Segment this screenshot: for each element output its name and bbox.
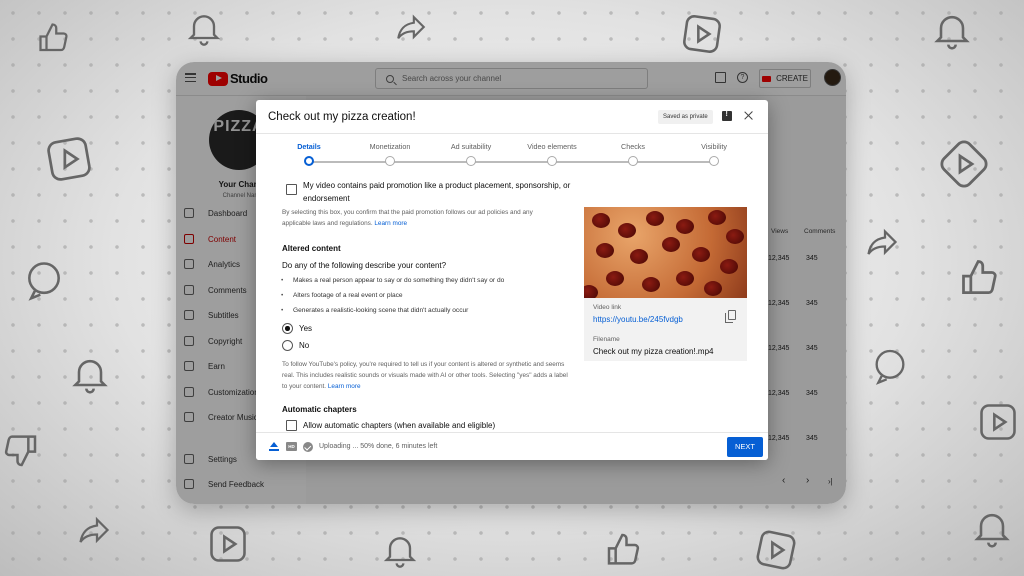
altered-policy-text: To follow YouTube's policy, you're requi… xyxy=(282,361,568,390)
paid-promotion-checkbox[interactable] xyxy=(286,184,297,195)
step-ad-suitability[interactable]: Ad suitability xyxy=(431,142,511,151)
bell-icon xyxy=(380,530,420,570)
checks-icon xyxy=(303,442,313,452)
step-video-elements[interactable]: Video elements xyxy=(512,142,592,151)
upload-dialog: Check out my pizza creation! Saved as pr… xyxy=(256,100,768,460)
close-icon[interactable] xyxy=(743,110,754,121)
altered-bullet-1: Makes a real person appear to say or do … xyxy=(281,277,504,284)
thumbs-down-icon xyxy=(0,430,40,470)
chapters-heading: Automatic chapters xyxy=(282,405,357,414)
altered-yes-radio[interactable] xyxy=(282,323,293,334)
step-dot[interactable] xyxy=(304,156,314,166)
paid-promotion-label: My video contains paid promotion like a … xyxy=(303,181,571,203)
bell-icon xyxy=(184,8,224,48)
play-icon xyxy=(680,12,724,56)
upload-stepper: Details Monetization Ad suitability Video e… xyxy=(256,134,768,174)
altered-content-heading: Altered content xyxy=(282,244,341,253)
altered-bullet-2: Alters footage of a real event or place xyxy=(281,292,403,299)
stepper-track xyxy=(308,161,715,163)
paid-promotion-learn-more-link[interactable]: Learn more xyxy=(374,220,407,227)
chapters-checkbox[interactable] xyxy=(286,420,297,431)
share-icon xyxy=(394,10,428,44)
upload-icon xyxy=(269,442,279,452)
altered-no-label: No xyxy=(299,341,310,350)
upload-status: Uploading ... 50% done, 6 minutes left xyxy=(319,443,438,450)
bell-icon xyxy=(68,352,112,396)
step-dot[interactable] xyxy=(385,156,395,166)
play-icon xyxy=(940,140,988,188)
video-link-label: Video link xyxy=(593,304,622,311)
step-dot[interactable] xyxy=(709,156,719,166)
dialog-header: Check out my pizza creation! Saved as pr… xyxy=(256,100,768,134)
play-icon xyxy=(754,528,798,572)
share-icon xyxy=(76,512,112,548)
video-preview-card: Video link https://youtu.be/245fvdgb Fil… xyxy=(584,207,747,361)
altered-learn-more-link[interactable]: Learn more xyxy=(328,383,361,390)
bell-icon xyxy=(970,506,1014,550)
dialog-footer: HD Uploading ... 50% done, 6 minutes lef… xyxy=(256,432,768,460)
step-dot[interactable] xyxy=(628,156,638,166)
play-icon xyxy=(44,134,94,184)
play-icon xyxy=(206,522,250,566)
next-button[interactable]: NEXT xyxy=(727,437,763,457)
feedback-icon[interactable] xyxy=(722,111,732,121)
play-icon xyxy=(976,400,1020,444)
altered-content-question: Do any of the following describe your co… xyxy=(282,261,447,270)
thumbs-up-icon xyxy=(36,20,72,56)
filename-value: Check out my pizza creation!.mp4 xyxy=(593,347,714,356)
comment-icon xyxy=(870,346,910,386)
step-visibility[interactable]: Visibility xyxy=(674,142,754,151)
bell-icon xyxy=(930,8,974,52)
comment-icon xyxy=(22,258,66,302)
copy-icon[interactable] xyxy=(725,310,736,323)
step-dot[interactable] xyxy=(547,156,557,166)
chapters-label: Allow automatic chapters (when available… xyxy=(303,421,496,430)
step-monetization[interactable]: Monetization xyxy=(350,142,430,151)
paid-promotion-help-text: By selecting this box, you confirm that … xyxy=(282,209,533,227)
filename-label: Filename xyxy=(593,336,620,343)
altered-bullet-3: Generates a realistic-looking scene that… xyxy=(281,307,468,314)
step-details[interactable]: Details xyxy=(269,142,349,151)
thumbs-up-icon xyxy=(958,256,1002,300)
altered-yes-label: Yes xyxy=(299,324,313,333)
step-checks[interactable]: Checks xyxy=(593,142,673,151)
video-link[interactable]: https://youtu.be/245fvdgb xyxy=(593,315,683,324)
altered-policy: To follow YouTube's policy, you're requi… xyxy=(282,359,572,392)
share-icon xyxy=(864,224,900,260)
thumbs-up-icon xyxy=(604,530,644,570)
hd-icon: HD xyxy=(286,442,297,451)
paid-promotion-help: By selecting this box, you confirm that … xyxy=(282,207,562,229)
saved-status-badge: Saved as private xyxy=(658,110,713,124)
video-thumbnail[interactable] xyxy=(584,207,747,298)
altered-no-radio[interactable] xyxy=(282,340,293,351)
dialog-title: Check out my pizza creation! xyxy=(268,111,416,123)
step-dot[interactable] xyxy=(466,156,476,166)
